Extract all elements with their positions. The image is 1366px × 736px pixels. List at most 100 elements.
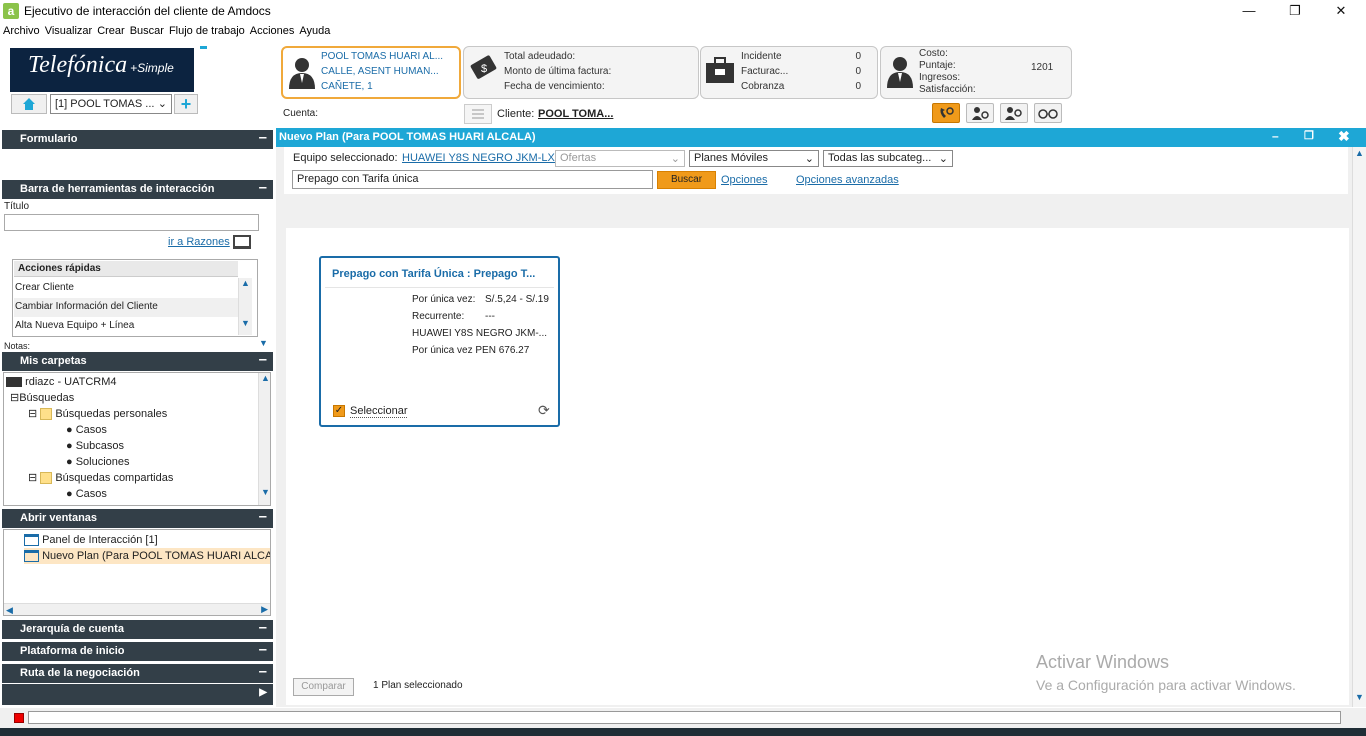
opciones-avanzadas-link[interactable]: Opciones avanzadas xyxy=(796,174,899,186)
list-icon[interactable] xyxy=(464,104,492,124)
billing-card[interactable]: $ Total adeudado: Monto de última factur… xyxy=(463,46,699,99)
menu-crear[interactable]: Crear xyxy=(97,25,125,37)
collapse-box-icon[interactable]: ⊟ xyxy=(28,408,37,420)
collapse-icon[interactable]: – xyxy=(259,179,267,196)
horizontal-scrollbar[interactable]: ◀ ▶ xyxy=(4,603,270,615)
close-button[interactable]: ✕ xyxy=(1318,0,1364,23)
section-ventanas-title: Abrir ventanas xyxy=(20,512,98,524)
collapse-box-icon[interactable]: ⊟ xyxy=(10,392,19,404)
stop-icon[interactable] xyxy=(14,713,24,723)
cases-card[interactable]: Incidente 0 Facturac... 0 Cobranza 0 xyxy=(700,46,878,99)
score-card[interactable]: Costo: Puntaje: Ingresos: Satisfacción: … xyxy=(880,46,1072,99)
section-more[interactable]: ▶ xyxy=(2,684,273,705)
opciones-link[interactable]: Opciones xyxy=(721,174,767,186)
cliente-label: Cliente: xyxy=(497,108,535,120)
menu-buscar[interactable]: Buscar xyxy=(130,25,164,37)
chevron-down-icon: ⌄ xyxy=(938,153,948,165)
maximize-button[interactable]: ❐ xyxy=(1272,0,1318,23)
quick-action-item[interactable]: Crear Cliente xyxy=(14,279,238,298)
home-icon xyxy=(23,98,35,110)
collapse-icon[interactable]: – xyxy=(259,508,267,525)
chevron-right-icon[interactable]: ▶ xyxy=(259,687,267,698)
section-jerarquia[interactable]: Jerarquía de cuenta – xyxy=(2,619,273,639)
collapse-icon[interactable]: – xyxy=(259,641,267,658)
window-icon xyxy=(24,550,39,563)
plan-unica-label: Por única vez: xyxy=(412,294,476,305)
buscar-button[interactable]: Buscar xyxy=(657,171,716,189)
open-window-item[interactable]: Panel de Interacción [1] xyxy=(42,534,158,546)
tree-subcasos[interactable]: Subcasos xyxy=(76,440,124,452)
plan-recurrente-label: Recurrente: xyxy=(412,311,465,322)
chevron-down-icon: ⌄ xyxy=(670,153,680,165)
section-formulario[interactable]: Formulario – xyxy=(2,129,273,149)
tree-casos[interactable]: Casos xyxy=(76,424,107,436)
subcategoria-select[interactable]: Todas las subcateg... ⌄ xyxy=(823,150,953,167)
glasses-button[interactable] xyxy=(1034,103,1062,123)
section-toolbar[interactable]: Barra de herramientas de interacción – xyxy=(2,179,273,199)
folder-icon xyxy=(40,472,53,485)
plan-title[interactable]: Prepago con Tarifa Única : Prepago T... xyxy=(332,268,535,280)
menu-archivo[interactable]: Archivo xyxy=(3,25,40,37)
home-button[interactable] xyxy=(11,94,47,114)
collapse-icon[interactable]: – xyxy=(259,129,267,146)
contact-search-button[interactable] xyxy=(1000,103,1028,123)
equipo-link[interactable]: HUAWEI Y8S NEGRO JKM-LX3 xyxy=(402,152,561,164)
minimize-button[interactable]: — xyxy=(1226,0,1272,23)
main-scrollbar[interactable]: ▲ ▼ xyxy=(1352,147,1366,707)
menu-acciones[interactable]: Acciones xyxy=(250,25,295,37)
folder-tree-scrollbar[interactable]: ▲ ▼ xyxy=(258,373,270,505)
tree-soluciones[interactable]: Soluciones xyxy=(76,456,130,468)
add-interaction-button[interactable]: + xyxy=(174,94,198,114)
chevron-down-icon[interactable]: ▼ xyxy=(259,338,268,348)
tree-root[interactable]: rdiazc - UATCRM4 xyxy=(25,376,116,388)
tree-personales[interactable]: Búsquedas personales xyxy=(55,408,167,420)
tree-casos-compartidas[interactable]: Casos xyxy=(76,488,107,500)
comparar-button[interactable]: Comparar xyxy=(293,678,354,696)
section-plataforma[interactable]: Plataforma de inicio – xyxy=(2,641,273,661)
titulo-input[interactable] xyxy=(4,214,259,231)
razones-link[interactable]: ir a Razones xyxy=(168,236,230,248)
interaction-select[interactable]: [1] POOL TOMAS ... ⌄ xyxy=(50,94,172,114)
section-carpetas-title: Mis carpetas xyxy=(20,355,87,367)
menu-ayuda[interactable]: Ayuda xyxy=(299,25,330,37)
quick-action-item[interactable]: Alta Nueva Equipo + Línea xyxy=(14,317,238,336)
collapse-box-icon[interactable]: ⊟ xyxy=(28,472,37,484)
close-icon[interactable]: ✖ xyxy=(1338,128,1350,145)
plan-price: Por única vez PEN 676.27 xyxy=(412,345,530,356)
customer-card[interactable]: POOL TOMAS HUARI AL... CALLE, ASENT HUMA… xyxy=(281,46,461,99)
section-mis-carpetas[interactable]: Mis carpetas – xyxy=(2,351,273,371)
minimize-icon[interactable]: – xyxy=(1272,129,1279,143)
restore-icon[interactable]: ❐ xyxy=(1304,129,1314,142)
tree-compartidas[interactable]: Búsquedas compartidas xyxy=(55,472,173,484)
ofertas-select[interactable]: Ofertas ⌄ xyxy=(555,150,685,167)
section-ruta[interactable]: Ruta de la negociación – xyxy=(2,663,273,683)
plan-card[interactable] xyxy=(319,256,560,427)
menu-flujo[interactable]: Flujo de trabajo xyxy=(169,25,245,37)
collapse-icon[interactable]: – xyxy=(259,663,267,680)
refresh-icon[interactable]: ⟳ xyxy=(538,402,550,419)
open-window-item-active[interactable]: Nuevo Plan (Para POOL TOMAS HUARI ALCALA xyxy=(42,550,270,562)
collapse-icon[interactable]: – xyxy=(259,351,267,368)
incidente-count: 0 xyxy=(855,51,861,62)
plan-unica-value: S/.5,24 - S/.19 xyxy=(485,294,549,305)
menu-visualizar[interactable]: Visualizar xyxy=(45,25,93,37)
plan-search-input[interactable]: Prepago con Tarifa única xyxy=(292,170,653,189)
app-icon: a xyxy=(3,3,19,19)
window-title: Ejecutivo de interacción del cliente de … xyxy=(24,4,271,18)
monitor-icon[interactable] xyxy=(233,235,251,249)
collapse-icon[interactable]: – xyxy=(259,619,267,636)
tree-busquedas[interactable]: Búsquedas xyxy=(19,392,74,404)
cliente-name-link[interactable]: POOL TOMA... xyxy=(538,108,613,120)
quick-actions-scrollbar[interactable]: ▲ ▼ xyxy=(238,278,252,335)
facturacion-row: Facturac... 0 xyxy=(741,64,861,79)
seleccionar-label[interactable]: Seleccionar xyxy=(350,405,408,418)
section-abrir-ventanas[interactable]: Abrir ventanas – xyxy=(2,508,273,528)
select-checkbox[interactable]: ✓ xyxy=(333,405,345,417)
customer-search-button[interactable] xyxy=(966,103,994,123)
quick-action-item[interactable]: Cambiar Información del Cliente xyxy=(14,298,238,317)
quick-actions-header: Acciones rápidas xyxy=(14,261,238,277)
planes-select[interactable]: Planes Móviles ⌄ xyxy=(689,150,819,167)
phone-search-button[interactable] xyxy=(932,103,960,123)
section-ruta-title: Ruta de la negociación xyxy=(20,667,140,679)
folder-icon xyxy=(40,408,53,421)
